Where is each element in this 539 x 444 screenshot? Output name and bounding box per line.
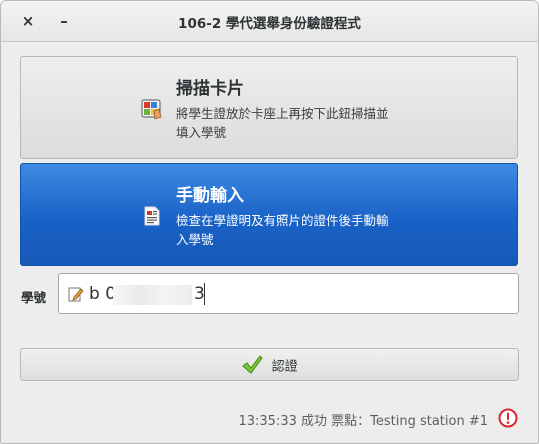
scan-card-text: 掃描卡片 將學生證放於卡座上再按下此鈕掃描並 填入學號 (176, 74, 476, 142)
confirm-button[interactable]: 認證 (20, 348, 519, 381)
manual-input-button[interactable]: 手動輸入 檢查在學證明及有照片的證件後手動輸 入學號 (20, 163, 518, 266)
confirm-label: 認證 (271, 359, 298, 375)
scan-card-title: 掃描卡片 (176, 79, 244, 99)
student-id-input[interactable]: b 0 3 (58, 273, 519, 314)
scan-card-desc-line2: 填入學號 (176, 125, 227, 140)
manual-input-desc-line1: 檢查在學證明及有照片的證件後手動輸 (176, 213, 389, 228)
text-caret (204, 283, 205, 305)
confirm-content: 認證 (21, 355, 518, 375)
check-icon (242, 355, 264, 374)
student-id-label: 學號 (21, 290, 47, 305)
window-title: 106-2 學代選舉身份驗證程式 (178, 16, 361, 32)
title-bar: × – 106-2 學代選舉身份驗證程式 (1, 1, 538, 42)
status-text: 13:35:33 成功 票點：Testing station #1 (238, 414, 488, 429)
manual-input-title: 手動輸入 (176, 186, 244, 206)
card-reader-icon (141, 99, 162, 120)
app-window: × – 106-2 學代選舉身份驗證程式 掃描卡片 將學生證放於卡座上再按下此鈕… (0, 0, 539, 444)
edit-icon (68, 287, 84, 302)
manual-input-desc-line2: 入學號 (176, 232, 214, 247)
manual-input-text: 手動輸入 檢查在學證明及有照片的證件後手動輸 入學號 (176, 181, 476, 249)
scan-card-desc-line1: 將學生證放於卡座上再按下此鈕掃描並 (176, 106, 389, 121)
warning-icon (498, 408, 518, 428)
student-id-redaction (113, 285, 192, 305)
student-id-value-prefix: b 0 (89, 284, 117, 304)
document-icon (144, 206, 160, 226)
scan-card-button[interactable]: 掃描卡片 將學生證放於卡座上再按下此鈕掃描並 填入學號 (20, 56, 518, 159)
